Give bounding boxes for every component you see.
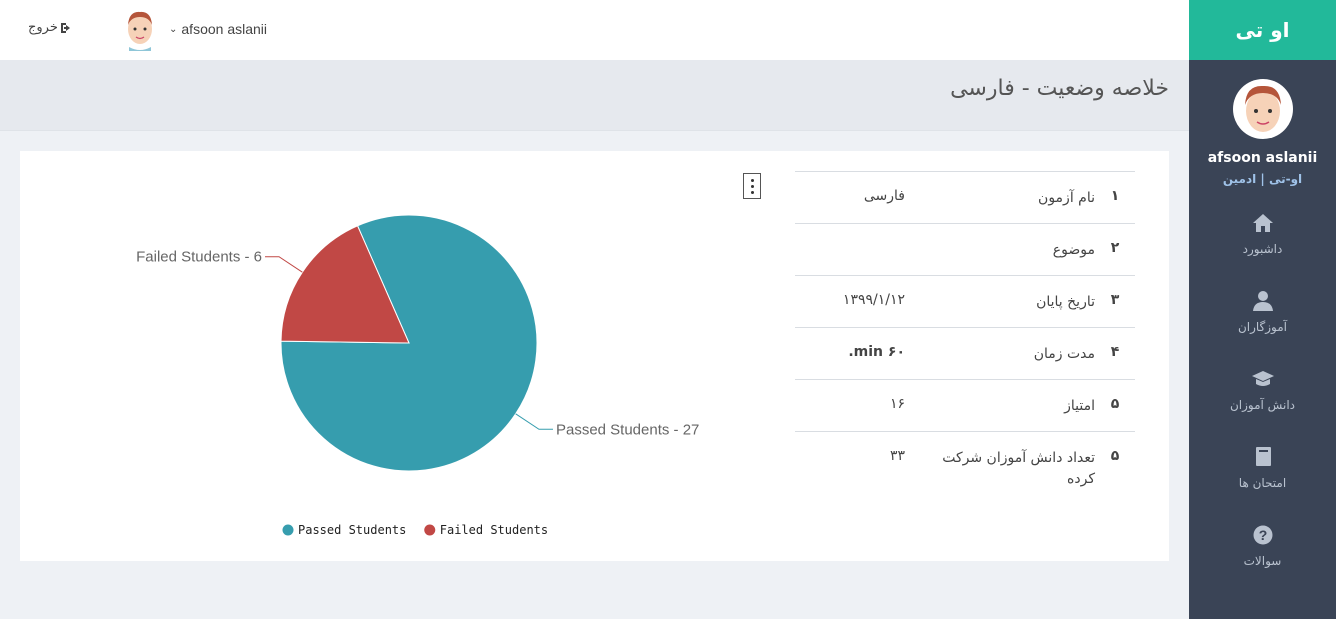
username: afsoon aslanii bbox=[181, 21, 268, 37]
svg-text:?: ? bbox=[1258, 527, 1267, 543]
sidebar-item-teachers[interactable]: آموزگاران bbox=[1189, 286, 1336, 364]
row-value: ۳۳ bbox=[889, 448, 905, 464]
row-value: فارسی bbox=[863, 188, 905, 204]
profile-name: afsoon aslanii bbox=[1207, 150, 1318, 166]
chart-menu-button[interactable] bbox=[743, 173, 761, 199]
info-row: ۲ موضوع bbox=[795, 223, 1135, 275]
pie-chart: Passed Students - 27Failed Students - 6 … bbox=[136, 214, 699, 537]
info-row: ۵ تعداد دانش آموزان شرکت کرده ۳۳ bbox=[795, 431, 1135, 490]
row-index: ۱ bbox=[1110, 188, 1120, 204]
row-value: ۱۶ bbox=[889, 396, 905, 412]
sidebar-item-dashboard[interactable]: داشبورد bbox=[1189, 208, 1336, 286]
row-index: ۵ bbox=[1110, 396, 1120, 412]
legend-marker bbox=[424, 524, 436, 536]
sidebar-item-label: داشبورد bbox=[1242, 242, 1283, 256]
row-index: ۲ bbox=[1110, 240, 1120, 256]
info-row: ۴ مدت زمان ۶۰ min. bbox=[795, 327, 1135, 379]
row-value: ۶۰ min. bbox=[848, 344, 905, 360]
sidebar-item-label: سوالات bbox=[1243, 554, 1282, 568]
sidebar-nav: داشبورد آموزگاران دانش آموزان امتحان ها … bbox=[1189, 208, 1336, 598]
sidebar: او تی afsoon aslanii او-تی | ادمین داشبو… bbox=[1189, 0, 1336, 619]
pie-leader-line bbox=[265, 256, 303, 273]
chevron-down-icon: ⌄ bbox=[169, 23, 178, 35]
graduation-cap-icon bbox=[1251, 371, 1274, 386]
row-index: ۳ bbox=[1110, 292, 1120, 308]
row-value: ۱۳۹۹/۱/۱۲ bbox=[842, 292, 905, 308]
row-index: ۴ bbox=[1110, 344, 1120, 360]
sidebar-profile: afsoon aslanii او-تی | ادمین bbox=[1189, 60, 1336, 186]
avatar bbox=[123, 7, 157, 51]
row-index: ۵ bbox=[1110, 448, 1120, 464]
sidebar-item-exams[interactable]: امتحان ها bbox=[1189, 442, 1336, 520]
sidebar-item-label: امتحان ها bbox=[1238, 476, 1287, 490]
row-key: مدت زمان bbox=[1033, 346, 1095, 362]
user-icon bbox=[1252, 291, 1273, 311]
page-title: خلاصه وضعیت - فارسی bbox=[950, 76, 1169, 101]
row-key: امتیاز bbox=[1064, 398, 1095, 414]
legend-marker bbox=[282, 524, 294, 536]
pie-leader-line bbox=[515, 413, 553, 430]
home-icon bbox=[1252, 214, 1273, 232]
exam-info-table: ۱ نام آزمون فارسی ۲ موضوع ۳ تاریخ پایان ۱۳۹۹/۱/… bbox=[795, 171, 1135, 490]
sidebar-item-label: دانش آموزان bbox=[1229, 398, 1296, 412]
sidebar-item-students[interactable]: دانش آموزان bbox=[1189, 364, 1336, 442]
legend-item[interactable]: Failed Students bbox=[440, 523, 548, 537]
row-key: موضوع bbox=[1052, 242, 1095, 258]
top-bar: خروج ⌄ afsoon aslanii bbox=[0, 0, 1189, 60]
profile-role: او-تی | ادمین bbox=[1222, 172, 1303, 186]
sign-out-icon bbox=[60, 22, 70, 33]
sidebar-item-questions[interactable]: ? سوالات bbox=[1189, 520, 1336, 598]
pie-data-label: Passed Students - 27 bbox=[556, 421, 699, 438]
logout-button[interactable]: خروج bbox=[28, 20, 72, 35]
question-circle-icon: ? bbox=[1253, 525, 1272, 545]
brand-logo[interactable]: او تی bbox=[1189, 0, 1336, 60]
info-row: ۱ نام آزمون فارسی bbox=[795, 171, 1135, 223]
logout-label: خروج bbox=[28, 20, 58, 35]
summary-card: Passed Students - 27 Failed Students - 6 … bbox=[20, 151, 1169, 561]
info-row: ۳ تاریخ پایان ۱۳۹۹/۱/۱۲ bbox=[795, 275, 1135, 327]
legend-item[interactable]: Passed Students bbox=[298, 523, 406, 537]
book-icon bbox=[1255, 447, 1271, 466]
page-header: خلاصه وضعیت - فارسی bbox=[0, 60, 1189, 131]
user-menu[interactable]: ⌄ afsoon aslanii bbox=[123, 7, 267, 51]
sidebar-item-label: آموزگاران bbox=[1237, 320, 1288, 334]
row-key: تاریخ پایان bbox=[1036, 294, 1095, 310]
row-key: تعداد دانش آموزان شرکت کرده bbox=[942, 450, 1095, 487]
row-value bbox=[795, 224, 935, 240]
row-key: نام آزمون bbox=[1038, 190, 1095, 206]
pie-data-label: Failed Students - 6 bbox=[136, 249, 262, 266]
profile-avatar bbox=[1232, 79, 1293, 139]
info-row: ۵ امتیاز ۱۶ bbox=[795, 379, 1135, 431]
